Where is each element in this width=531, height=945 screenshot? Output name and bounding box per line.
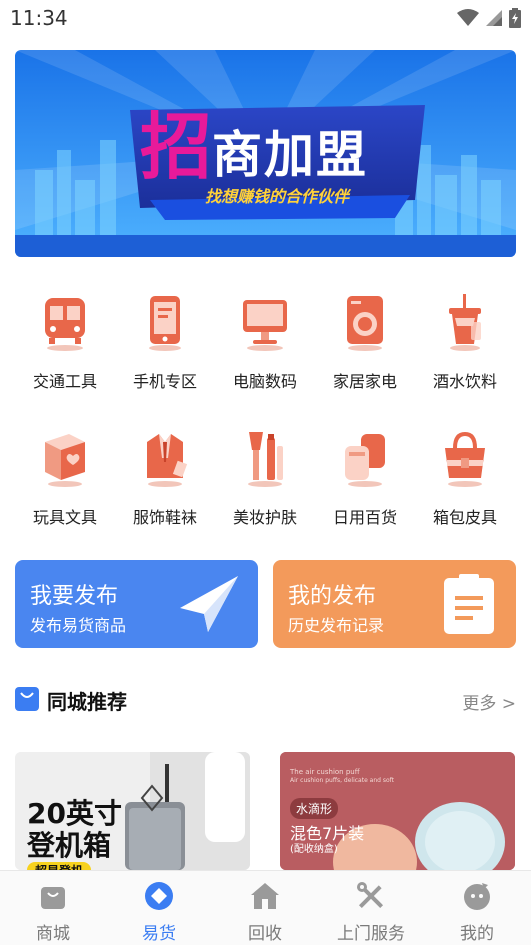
- status-bar: 11:34: [0, 0, 531, 36]
- category-item[interactable]: 日用百货: [315, 428, 415, 528]
- tools-icon: [357, 882, 384, 909]
- publish-subtitle: 发布易货商品: [30, 616, 127, 635]
- washing-machine-icon: [347, 296, 383, 351]
- product-title-line2: (配收纳盒): [290, 844, 338, 855]
- tab-shop[interactable]: 商城: [0, 871, 106, 945]
- barter-icon: [145, 882, 173, 910]
- product-small-text-2: Air cushion puffs, delicate and soft: [290, 777, 395, 784]
- section-header: 同城推荐 更多 >: [15, 684, 516, 716]
- tab-label: 上门服务: [337, 924, 405, 944]
- product-tag: 超显登机: [27, 862, 92, 870]
- profile-icon: [464, 883, 490, 910]
- publish-button[interactable]: 我要发布 发布易货商品: [15, 560, 258, 648]
- home-recycle-icon: [251, 883, 279, 909]
- category-item[interactable]: 美妆护肤: [215, 428, 315, 528]
- battery-icon: [509, 8, 521, 28]
- category-label: 酒水饮料: [432, 372, 497, 391]
- shop-bag-icon: [41, 887, 65, 909]
- banner-title-big: 招: [140, 105, 213, 189]
- my-publish-subtitle: 历史发布记录: [288, 616, 385, 635]
- category-item[interactable]: 箱包皮具: [415, 428, 515, 528]
- category-item[interactable]: 家居家电: [315, 292, 415, 392]
- tab-label: 易货: [142, 924, 176, 944]
- tab-label: 回收: [248, 924, 282, 944]
- signal-icon: [486, 10, 502, 26]
- tab-recycle[interactable]: 回收: [212, 871, 318, 945]
- category-label: 美妆护肤: [232, 508, 297, 527]
- handbag-icon: [445, 431, 485, 487]
- category-grid: 交通工具 手机专区 电脑数码 家居家电 酒水饮料 玩具文具 服饰鞋袜 美妆护肤 …: [15, 280, 516, 540]
- status-time: 11:34: [10, 6, 68, 30]
- makeup-brush-icon: [248, 432, 283, 487]
- daily-goods-icon: [345, 434, 385, 487]
- my-publish-title: 我的发布: [288, 584, 377, 609]
- wifi-icon: [457, 9, 479, 26]
- computer-icon: [243, 300, 287, 351]
- suit-icon: [147, 434, 188, 487]
- tab-label: 商城: [36, 924, 70, 944]
- paper-plane-icon: [180, 576, 238, 632]
- publish-title: 我要发布: [30, 584, 119, 609]
- bus-icon: [45, 298, 85, 351]
- category-item[interactable]: 玩具文具: [15, 428, 115, 528]
- section-title: 同城推荐: [47, 690, 127, 714]
- tab-barter[interactable]: 易货: [106, 871, 212, 945]
- phone-icon: [149, 296, 181, 351]
- promo-banner[interactable]: 招商加盟 找想赚钱的合作伙伴: [15, 50, 516, 257]
- category-item[interactable]: 交通工具: [15, 292, 115, 392]
- banner-title-rest: 商加盟: [212, 126, 369, 184]
- section-bag-icon: [15, 687, 39, 711]
- bottom-tab-bar: 商城 易货 回收 上门服务 我的: [0, 870, 531, 945]
- banner-subtitle: 找想赚钱的合作伙伴: [205, 187, 350, 206]
- category-label: 电脑数码: [232, 372, 297, 391]
- banner-title: 招商加盟: [140, 88, 368, 193]
- gift-box-icon: [45, 434, 85, 487]
- product-card[interactable]: 20英寸 登机箱 超显登机: [15, 752, 250, 870]
- category-label: 日用百货: [332, 508, 397, 527]
- category-item[interactable]: 服饰鞋袜: [115, 428, 215, 528]
- product-small-text: The air cushion puff: [290, 768, 360, 776]
- tab-label: 我的: [460, 924, 494, 944]
- product-title-line2: 登机箱: [27, 829, 112, 862]
- category-item[interactable]: 电脑数码: [215, 292, 315, 392]
- tab-service[interactable]: 上门服务: [318, 871, 424, 945]
- category-label: 玩具文具: [32, 508, 97, 527]
- drink-cup-icon: [449, 294, 481, 351]
- category-item[interactable]: 酒水饮料: [415, 292, 515, 392]
- category-label: 家居家电: [332, 372, 397, 391]
- more-link[interactable]: 更多 >: [462, 689, 516, 714]
- product-tag: 水滴形: [290, 798, 339, 819]
- category-label: 箱包皮具: [432, 508, 497, 527]
- category-label: 服饰鞋袜: [132, 508, 197, 527]
- status-icons: [457, 8, 521, 28]
- category-label: 交通工具: [32, 372, 97, 391]
- category-label: 手机专区: [132, 372, 197, 391]
- clipboard-icon: [444, 574, 494, 634]
- category-item[interactable]: 手机专区: [115, 292, 215, 392]
- tab-profile[interactable]: 我的: [424, 871, 530, 945]
- product-card[interactable]: The air cushion puff Air cushion puffs, …: [280, 752, 515, 870]
- my-publish-button[interactable]: 我的发布 历史发布记录: [273, 560, 516, 648]
